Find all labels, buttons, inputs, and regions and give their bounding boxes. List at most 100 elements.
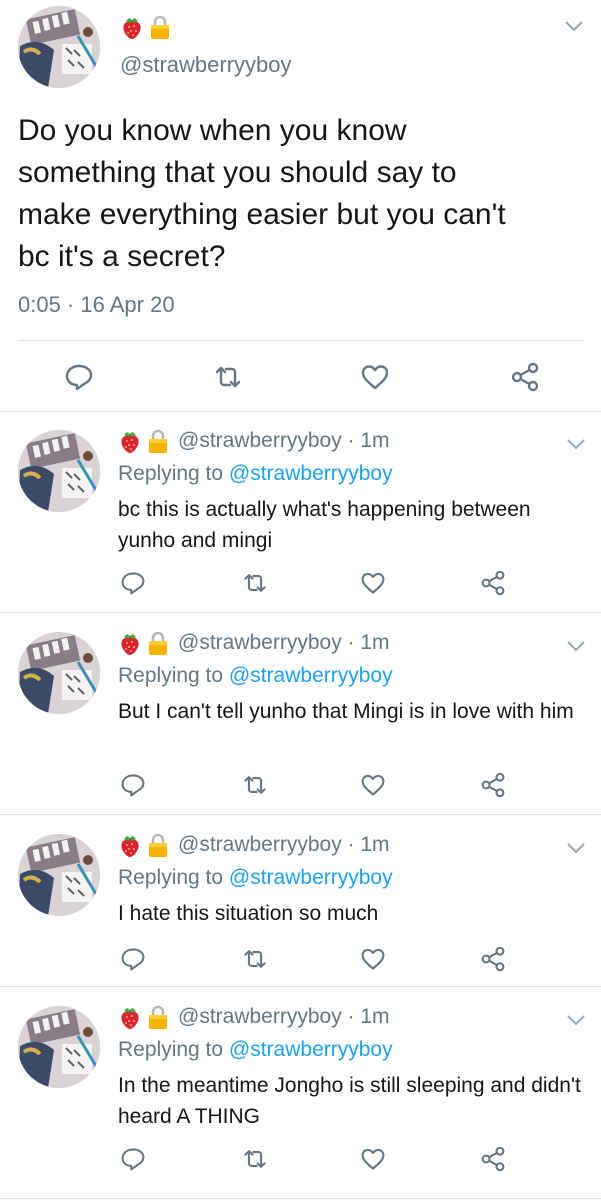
separator: · xyxy=(341,833,361,856)
reply-actions xyxy=(118,772,588,802)
emoji-row xyxy=(118,1004,170,1030)
reply-text: But I can't tell yunho that Mingi is in … xyxy=(118,700,574,723)
divider xyxy=(0,411,601,412)
lock-icon xyxy=(146,428,170,454)
avatar[interactable] xyxy=(18,834,100,916)
chevron-down-icon[interactable] xyxy=(566,640,586,652)
reply-text: In the meantime Jongho is still sleeping… xyxy=(118,1074,581,1128)
reply-tweet[interactable]: @strawberryyboy · 1m Replying to @strawb… xyxy=(0,818,601,988)
retweet-icon[interactable] xyxy=(242,772,268,798)
reply-text: bc this is actually what's happening bet… xyxy=(118,498,531,552)
reply-header: @strawberryyboy · 1m xyxy=(118,832,390,858)
reply-time[interactable]: 1m xyxy=(360,429,389,453)
reply-icon[interactable] xyxy=(120,946,146,972)
chevron-down-icon[interactable] xyxy=(566,438,586,450)
share-icon[interactable] xyxy=(480,570,506,596)
avatar[interactable] xyxy=(18,632,100,714)
reply-tweet[interactable]: @strawberryyboy · 1m Replying to @strawb… xyxy=(0,616,601,816)
tweet-actions xyxy=(0,352,601,400)
mention-link[interactable]: @strawberryyboy xyxy=(229,664,393,687)
avatar-photo xyxy=(18,1006,100,1088)
replying-to: Replying to @strawberryyboy xyxy=(118,462,393,486)
reply-icon[interactable] xyxy=(120,1146,146,1172)
tweet-timestamp[interactable]: 0:05 · 16 Apr 20 xyxy=(18,292,175,318)
mention-link[interactable]: @strawberryyboy xyxy=(229,462,393,485)
share-icon[interactable] xyxy=(510,362,540,392)
like-icon[interactable] xyxy=(360,570,386,596)
reply-tweet[interactable]: @strawberryyboy · 1m Replying to @strawb… xyxy=(0,414,601,614)
like-icon[interactable] xyxy=(360,772,386,798)
retweet-icon[interactable] xyxy=(242,1146,268,1172)
reply-tweet[interactable]: @strawberryyboy · 1m Replying to @strawb… xyxy=(0,990,601,1200)
avatar-photo xyxy=(18,834,100,916)
avatar-photo xyxy=(18,632,100,714)
retweet-icon[interactable] xyxy=(242,570,268,596)
username[interactable]: @strawberryyboy xyxy=(178,833,342,857)
separator: · xyxy=(341,1005,361,1028)
lock-icon xyxy=(146,630,170,656)
avatar-photo xyxy=(18,6,100,88)
chevron-down-icon[interactable] xyxy=(564,20,584,32)
reply-actions xyxy=(118,946,588,976)
reply-text: I hate this situation so much xyxy=(118,902,379,925)
divider xyxy=(0,612,601,613)
separator: · xyxy=(341,429,361,452)
reply-icon[interactable] xyxy=(64,362,94,392)
username[interactable]: @strawberryyboy xyxy=(178,429,342,453)
replying-to: Replying to @strawberryyboy xyxy=(118,1038,393,1062)
main-emoji-row xyxy=(120,14,172,40)
strawberry-icon xyxy=(118,832,142,858)
strawberry-icon xyxy=(118,428,142,454)
divider xyxy=(0,986,601,987)
replying-to-label: Replying to xyxy=(118,866,229,889)
strawberry-icon xyxy=(118,630,142,656)
reply-actions xyxy=(118,570,588,600)
reply-time[interactable]: 1m xyxy=(360,833,389,857)
mention-link[interactable]: @strawberryyboy xyxy=(229,1038,393,1061)
replying-to-label: Replying to xyxy=(118,462,229,485)
username[interactable]: @strawberryyboy xyxy=(178,1005,342,1029)
divider xyxy=(0,814,601,815)
tweet-text: Do you know when you know something that… xyxy=(18,114,506,273)
chevron-down-icon[interactable] xyxy=(566,1014,586,1026)
share-icon[interactable] xyxy=(480,946,506,972)
reply-time[interactable]: 1m xyxy=(360,631,389,655)
lock-icon xyxy=(148,14,172,40)
reply-actions xyxy=(118,1146,588,1176)
reply-icon[interactable] xyxy=(120,570,146,596)
strawberry-icon xyxy=(118,1004,142,1030)
avatar-photo xyxy=(18,430,100,512)
reply-header: @strawberryyboy · 1m xyxy=(118,1004,390,1030)
reply-header: @strawberryyboy · 1m xyxy=(118,428,390,454)
share-icon[interactable] xyxy=(480,772,506,798)
retweet-icon[interactable] xyxy=(213,362,243,392)
avatar[interactable] xyxy=(18,1006,100,1088)
main-tweet: @strawberryyboy Do you know when you kno… xyxy=(0,0,601,412)
emoji-row xyxy=(118,630,170,656)
like-icon[interactable] xyxy=(360,1146,386,1172)
avatar[interactable] xyxy=(18,6,100,88)
replying-to: Replying to @strawberryyboy xyxy=(118,664,393,688)
chevron-down-icon[interactable] xyxy=(566,842,586,854)
emoji-row xyxy=(118,428,170,454)
like-icon[interactable] xyxy=(360,362,390,392)
replying-to-label: Replying to xyxy=(118,664,229,687)
replying-to: Replying to @strawberryyboy xyxy=(118,866,393,890)
lock-icon xyxy=(146,1004,170,1030)
divider xyxy=(18,340,583,341)
avatar[interactable] xyxy=(18,430,100,512)
mention-link[interactable]: @strawberryyboy xyxy=(229,866,393,889)
username[interactable]: @strawberryyboy xyxy=(120,52,292,78)
separator: · xyxy=(341,631,361,654)
reply-icon[interactable] xyxy=(120,772,146,798)
share-icon[interactable] xyxy=(480,1146,506,1172)
like-icon[interactable] xyxy=(360,946,386,972)
username[interactable]: @strawberryyboy xyxy=(178,631,342,655)
reply-time[interactable]: 1m xyxy=(360,1005,389,1029)
reply-header: @strawberryyboy · 1m xyxy=(118,630,390,656)
emoji-row xyxy=(118,832,170,858)
lock-icon xyxy=(146,832,170,858)
retweet-icon[interactable] xyxy=(242,946,268,972)
divider xyxy=(0,1198,601,1199)
strawberry-icon xyxy=(120,14,144,40)
